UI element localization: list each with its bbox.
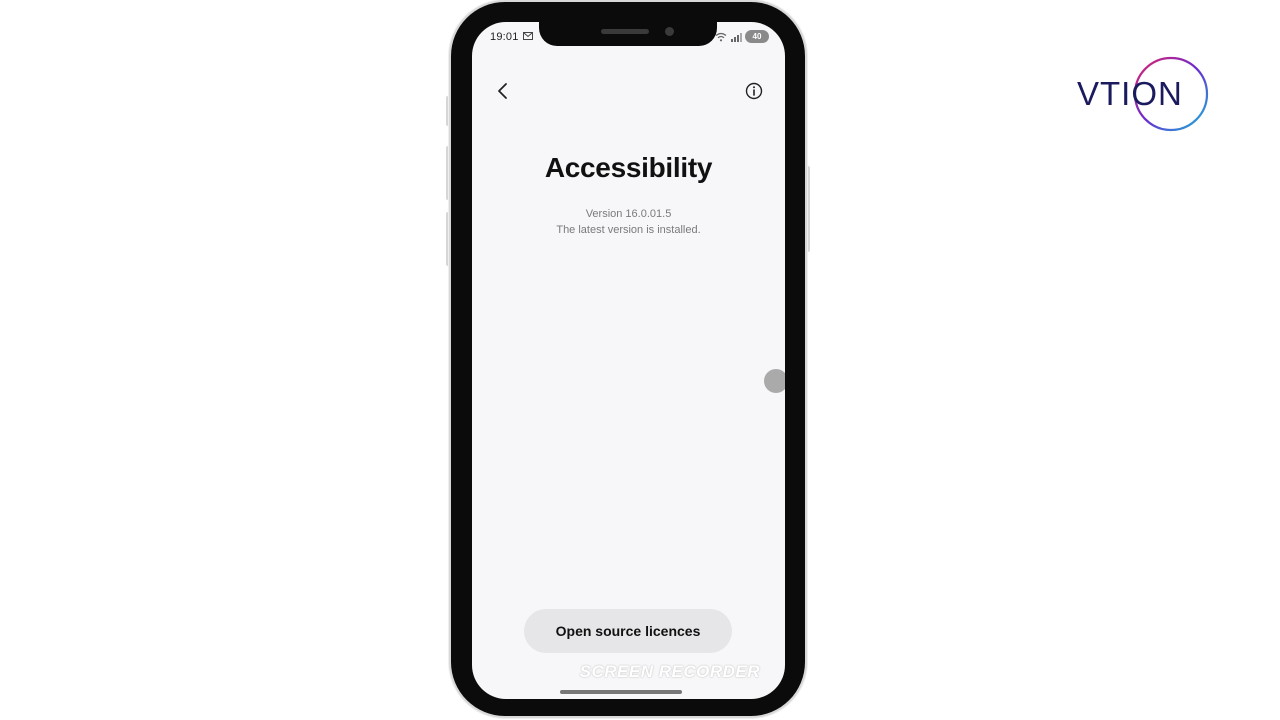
wifi-icon	[715, 32, 727, 41]
front-camera	[665, 27, 674, 36]
stage: 19:01 40 Accessibility Version 16.0.01.5…	[0, 0, 1280, 720]
screen-recorder-watermark: SCREEN RECORDER	[579, 662, 760, 681]
open-source-licences-button[interactable]: Open source licences	[524, 609, 732, 653]
vtion-logo-text: VTION	[1077, 75, 1183, 112]
vtion-logo: VTION	[1077, 56, 1209, 132]
back-button[interactable]	[490, 78, 516, 104]
page-title: Accessibility	[544, 152, 713, 183]
chevron-left-icon	[498, 83, 507, 99]
version-text: Version 16.0.01.5	[585, 208, 672, 220]
info-icon	[745, 82, 763, 100]
power-button	[805, 166, 810, 252]
status-icons: 40	[715, 30, 769, 43]
phone-notch	[539, 20, 717, 46]
info-button[interactable]	[741, 78, 767, 104]
message-icon	[523, 32, 533, 40]
speaker-grille	[601, 29, 649, 34]
status-time: 19:01	[490, 31, 519, 43]
home-indicator[interactable]	[560, 690, 682, 694]
floating-recorder-handle[interactable]	[764, 369, 785, 393]
battery-indicator: 40	[745, 30, 769, 43]
phone-screen: 19:01 40 Accessibility Version 16.0.01.5…	[472, 22, 785, 699]
signal-icon	[731, 32, 742, 42]
version-status: The latest version is installed.	[556, 224, 701, 236]
